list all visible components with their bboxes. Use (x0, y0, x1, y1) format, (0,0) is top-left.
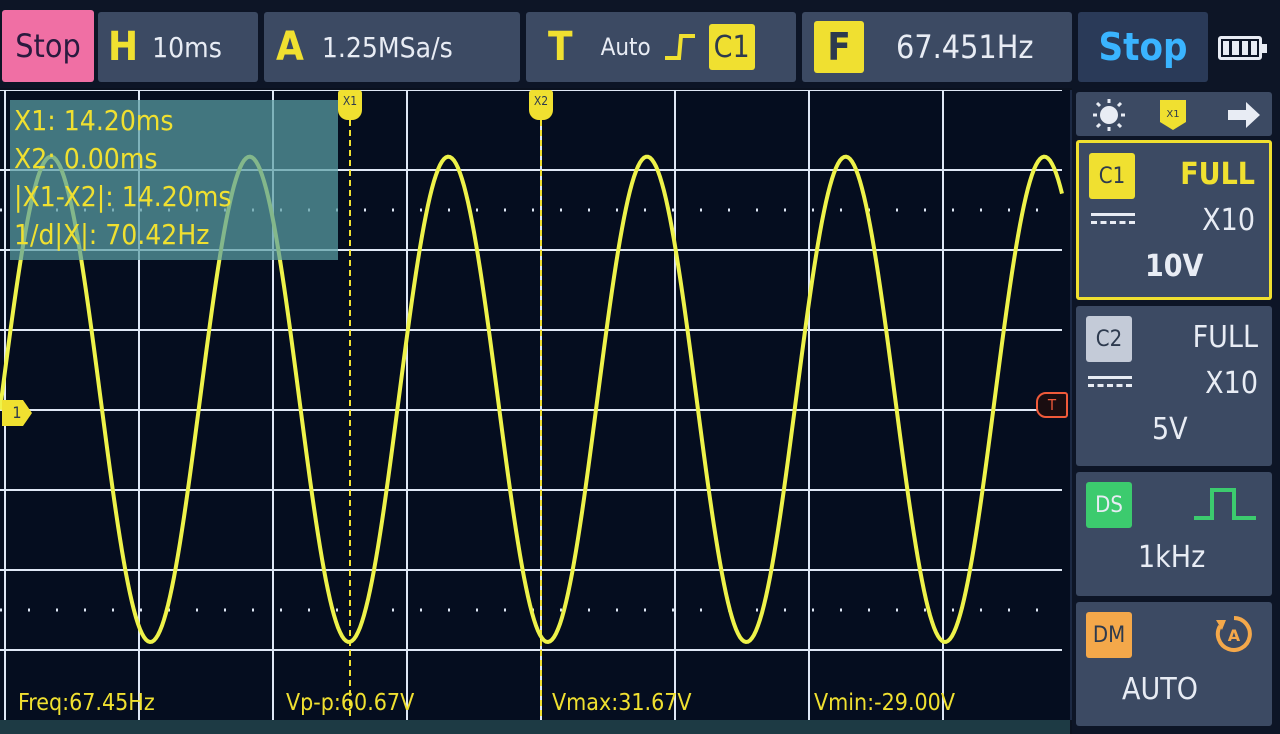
probe-icon (1088, 376, 1132, 393)
bottom-bar (0, 720, 1070, 734)
svg-text:A: A (1228, 626, 1241, 645)
cursor-frequency-readout: 1/d|X|: 70.42Hz (14, 218, 210, 251)
arrow-right-icon[interactable] (1226, 100, 1262, 130)
battery-icon (1218, 36, 1267, 60)
channel-2-coupling: FULL (1192, 320, 1258, 355)
timebase-value: 10ms (152, 30, 222, 64)
sample-rate-control[interactable]: A 1.25MSa/s (264, 12, 520, 82)
trigger-mode: Auto (600, 33, 651, 61)
sample-rate-letter: A (276, 24, 304, 70)
timebase-control[interactable]: H 10ms (98, 12, 258, 82)
auto-range-icon: A (1215, 616, 1252, 652)
timebase-letter: H (108, 24, 139, 70)
channel-1-scale: 10V (1145, 249, 1204, 284)
channel-2-probe: X10 (1205, 366, 1258, 401)
multimeter-mode: AUTO (1122, 672, 1198, 707)
cursor-x1-readout: X1: 14.20ms (14, 104, 174, 137)
channel-1-card[interactable]: C1 FULL X10 10V (1076, 140, 1272, 300)
channel-2-tag: C2 (1086, 316, 1132, 362)
svg-text:X1: X1 (1166, 109, 1179, 120)
measure-vmin: Vmin:-29.00V (814, 690, 955, 716)
channel-2-scale: 5V (1152, 412, 1188, 447)
square-wave-icon (1194, 488, 1256, 520)
acquisition-status-badge[interactable]: Stop (2, 10, 94, 82)
sample-rate-value: 1.25MSa/s (321, 30, 453, 64)
channel-1-coupling: FULL (1180, 157, 1255, 192)
channel-1-probe: X10 (1202, 203, 1255, 238)
side-toolbar: X1 (1076, 92, 1272, 136)
channel-2-card[interactable]: C2 FULL X10 5V (1076, 306, 1272, 466)
cursor-lines (349, 90, 542, 720)
trigger-level-marker[interactable]: T (1036, 392, 1068, 418)
multimeter-tag: DM (1086, 612, 1132, 658)
signal-generator-card[interactable]: DS 1kHz (1076, 472, 1272, 596)
rising-edge-icon (664, 34, 695, 60)
cursor-tool-icon[interactable]: X1 (1158, 98, 1188, 132)
measure-vmax: Vmax:31.67V (552, 690, 692, 716)
cursor-x2-readout: X2: 0.00ms (14, 142, 158, 175)
multimeter-card[interactable]: DM A AUTO (1076, 602, 1272, 726)
channel-1-tag: C1 (1089, 153, 1135, 199)
measure-vpp: Vp-p:60.67V (286, 690, 415, 716)
x1-cursor-marker[interactable]: X1 (338, 90, 362, 120)
brightness-icon[interactable] (1092, 98, 1126, 132)
frequency-value: 67.451Hz (896, 28, 1034, 66)
frequency-control[interactable]: F 67.451Hz (802, 12, 1072, 82)
frequency-letter: F (814, 21, 864, 73)
x2-cursor-marker[interactable]: X2 (529, 90, 553, 120)
trigger-source: C1 (708, 24, 755, 70)
run-stop-button[interactable]: Stop (1078, 12, 1208, 82)
signal-generator-tag: DS (1086, 482, 1132, 528)
trigger-letter: T (548, 24, 573, 70)
cursor-delta-readout: |X1-X2|: 14.20ms (14, 180, 232, 213)
probe-icon (1091, 213, 1135, 230)
signal-generator-frequency: 1kHz (1138, 540, 1206, 575)
measure-freq: Freq:67.45Hz (18, 690, 155, 716)
cursor-readout-panel: X1: 14.20ms X2: 0.00ms |X1-X2|: 14.20ms … (10, 100, 338, 260)
trigger-control[interactable]: T Auto C1 (526, 12, 796, 82)
